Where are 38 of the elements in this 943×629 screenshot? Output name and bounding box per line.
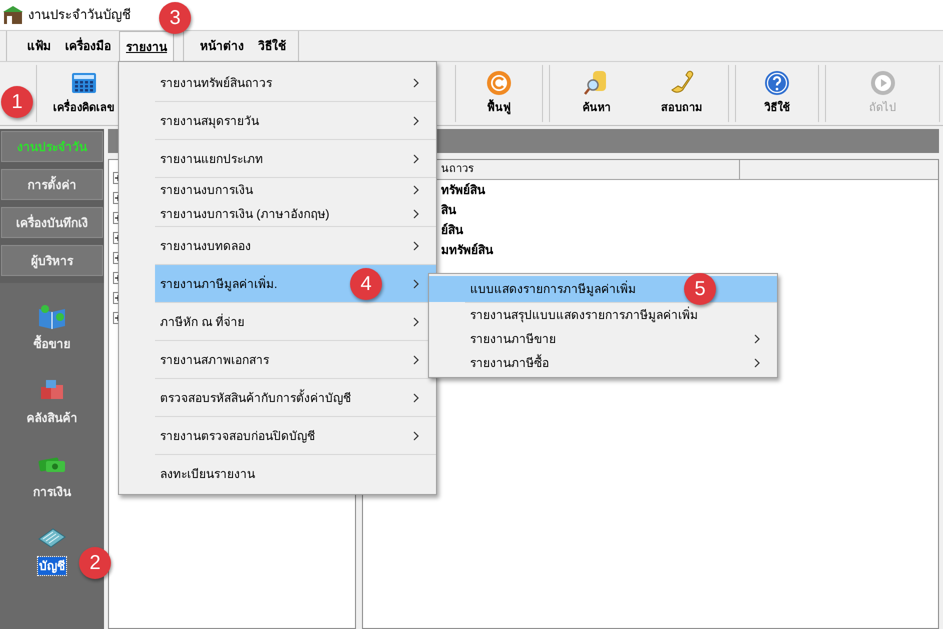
- menu-bar-item[interactable]: วิธีใช้: [252, 31, 292, 61]
- menu-bar-item[interactable]: หน้าต่าง: [194, 31, 250, 61]
- menu-item[interactable]: รายงานภาษีซื้อ: [465, 351, 777, 375]
- sidebar-tab[interactable]: การตั้งค่า: [1, 169, 103, 200]
- sidebar-tab[interactable]: ผู้บริหาร: [1, 245, 103, 276]
- menu-bar-item[interactable]: แฟ้ม: [21, 31, 57, 61]
- menu-bar-item[interactable]: เครื่องมือ: [59, 31, 117, 61]
- menu-item[interactable]: ลงทะเบียนรายงาน: [155, 455, 436, 492]
- toolbar-button[interactable]: วิธีใช้: [740, 65, 814, 122]
- menu-item[interactable]: รายงานงบการเงิน: [155, 178, 436, 202]
- toolbar-button[interactable]: ค้นหา: [554, 65, 639, 122]
- step-badge: 4: [350, 268, 382, 300]
- menu-item[interactable]: รายงานสรุปแบบแสดงรายการภาษีมูลค่าเพิ่ม: [465, 303, 777, 327]
- step-badge: 2: [79, 547, 111, 579]
- menu-item[interactable]: รายงานงบทดลอง: [155, 227, 436, 264]
- menu-item[interactable]: รายงานภาษีขาย: [465, 327, 777, 351]
- help-icon: [764, 70, 790, 96]
- sidebar-tab[interactable]: เครื่องบันทึกเงิ: [1, 207, 103, 238]
- toolbar-button[interactable]: ฟื้นฟู: [460, 65, 538, 122]
- window-title: งานประจำวันบัญชี: [28, 6, 131, 24]
- menu-item[interactable]: แบบแสดงรายการภาษีมูลค่าเพิ่ม 5: [429, 276, 777, 302]
- module-button[interactable]: ซื้อขาย: [32, 303, 72, 353]
- menu-item[interactable]: รายงานสมุดรายวัน: [155, 102, 436, 139]
- menu-item[interactable]: รายงานภาษีมูลค่าเพิ่ม. 4: [155, 265, 436, 302]
- module-button[interactable]: การเงิน: [32, 451, 72, 501]
- menu-bar-item[interactable]: รายงาน: [119, 31, 174, 61]
- toolbar-button[interactable]: สอบถาม: [639, 65, 724, 122]
- play-icon: [870, 70, 896, 96]
- menu-item[interactable]: ตรวจสอบรหัสสินค้ากับการตั้งค่าบัญชี: [155, 379, 436, 416]
- menu-item[interactable]: รายงานแยกประเภท: [155, 140, 436, 177]
- module-button[interactable]: คลังสินค้า: [26, 377, 78, 427]
- book-icon: [37, 303, 67, 329]
- step-badge: 1: [1, 86, 33, 118]
- step-badge: 5: [684, 273, 716, 305]
- menu-item[interactable]: รายงานตรวจสอบก่อนปิดบัญชี: [155, 417, 436, 454]
- column-header[interactable]: [740, 160, 938, 179]
- menu-item[interactable]: รายงานงบการเงิน (ภาษาอังกฤษ): [155, 202, 436, 226]
- menu-item[interactable]: รายงานทรัพย์สินถาวร: [119, 64, 436, 101]
